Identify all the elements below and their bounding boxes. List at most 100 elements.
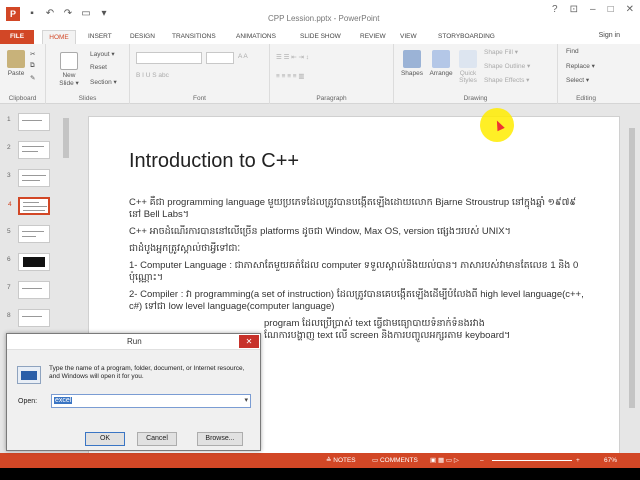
close-button[interactable]: ✕: [626, 4, 634, 15]
shapes-button[interactable]: Shapes: [398, 50, 426, 77]
view-buttons-icons[interactable]: ▣ ▦ ▭ ▷: [430, 453, 459, 468]
cut-icon[interactable]: ✂: [30, 50, 35, 58]
sign-in-link[interactable]: Sign in: [599, 32, 620, 39]
tab-view[interactable]: VIEW: [400, 30, 417, 44]
editor-scrollbar[interactable]: [626, 116, 638, 416]
ribbon-tabs: FILE HOME INSERT DESIGN TRANSITIONS ANIM…: [0, 30, 640, 44]
help-icon[interactable]: ?: [552, 4, 558, 15]
tab-storyboarding[interactable]: STORYBOARDING: [438, 30, 495, 44]
tab-review[interactable]: REVIEW: [360, 30, 386, 44]
slide-number: 6: [7, 256, 11, 263]
slide-thumbnail[interactable]: 3: [7, 169, 50, 187]
font-group: A A B I U S abc Font: [130, 44, 270, 104]
new-slide-icon: [60, 52, 78, 70]
font-grow-shrink-icons[interactable]: A A: [238, 53, 248, 60]
slide-number: 3: [7, 172, 11, 179]
zoom-in-button[interactable]: +: [576, 453, 580, 468]
zoom-level[interactable]: 67%: [604, 453, 617, 468]
save-icon[interactable]: ▪: [26, 8, 38, 20]
slide-thumbnail[interactable]: 6: [7, 253, 50, 271]
slide-paragraph: C++ គឺជា programming language មួយប្រភេទដ…: [129, 197, 577, 220]
run-dialog-description: Type the name of a program, folder, docu…: [49, 365, 245, 380]
slide-number: 2: [7, 144, 11, 151]
shapes-icon: [403, 50, 421, 68]
open-dropdown-icon[interactable]: ▾: [244, 395, 248, 407]
slide-body-text[interactable]: C++ គឺជា programming language មួយប្រភេទដ…: [129, 197, 589, 347]
slide-thumbnail[interactable]: 8: [7, 309, 50, 327]
copy-icon[interactable]: ⧉: [30, 62, 35, 70]
slide-paragraph: C++ អាចដំណើរការបាននៅលើច្រើន platforms ដូ…: [129, 226, 511, 237]
zoom-out-button[interactable]: –: [480, 453, 484, 468]
run-dialog-titlebar[interactable]: Run ✕: [7, 334, 260, 350]
editor-scroll-thumb[interactable]: [629, 128, 635, 408]
slide-thumbnail[interactable]: 5: [7, 225, 50, 243]
alignment-icons[interactable]: ≡ ≡ ≡ ≡ ▥: [276, 72, 305, 80]
ribbon-display-options-icon[interactable]: ⊡: [570, 4, 578, 15]
thumbnail-scroll-thumb[interactable]: [63, 118, 69, 158]
run-program-icon: [17, 366, 41, 384]
arrange-button[interactable]: Arrange: [426, 50, 456, 77]
slide-number: 7: [7, 284, 11, 291]
thumbnail-line: [22, 151, 38, 152]
window-controls: ? ⊡ – □ ✕: [552, 4, 634, 15]
section-button[interactable]: Section ▾: [90, 78, 117, 86]
open-input[interactable]: excel ▾: [51, 394, 251, 408]
replace-button[interactable]: Replace ▾: [566, 62, 595, 70]
find-button[interactable]: Find: [566, 48, 579, 55]
shape-effects-button[interactable]: Shape Effects ▾: [484, 76, 529, 84]
tab-insert[interactable]: INSERT: [88, 30, 112, 44]
editing-group: Find Replace ▾ Select ▾ Editing: [558, 44, 614, 104]
run-dialog-title: Run: [127, 337, 142, 346]
shape-outline-button[interactable]: Shape Outline ▾: [484, 62, 530, 70]
paste-icon: [7, 50, 25, 68]
minimize-button[interactable]: –: [590, 4, 596, 15]
thumbnail-line: [23, 202, 39, 203]
status-bar: ≙ NOTES ▭ COMMENTS ▣ ▦ ▭ ▷ – + 67%: [0, 453, 640, 468]
tab-file[interactable]: FILE: [0, 30, 34, 44]
maximize-button[interactable]: □: [608, 4, 614, 15]
customize-qat-icon[interactable]: ▾: [98, 8, 110, 20]
powerpoint-logo-icon: P: [6, 7, 20, 21]
reset-button[interactable]: Reset: [90, 64, 107, 71]
font-style-buttons[interactable]: B I U S abc: [136, 72, 169, 79]
start-from-beginning-icon[interactable]: ▭: [80, 8, 92, 20]
tab-slide-show[interactable]: SLIDE SHOW: [300, 30, 341, 44]
notes-button[interactable]: ≙ NOTES: [326, 453, 356, 468]
new-slide-button[interactable]: New Slide ▾: [56, 52, 82, 87]
cancel-button[interactable]: Cancel: [137, 432, 177, 446]
tab-home[interactable]: HOME: [42, 30, 76, 44]
slide-thumbnail[interactable]: 1: [7, 113, 50, 131]
font-size-select[interactable]: [206, 52, 234, 64]
slide-thumbnail[interactable]: 7: [7, 281, 50, 299]
paste-button[interactable]: Paste: [4, 50, 28, 77]
ok-button[interactable]: OK: [85, 432, 125, 446]
tab-design[interactable]: DESIGN: [130, 30, 155, 44]
layout-button[interactable]: Layout ▾: [90, 50, 115, 58]
thumbnail-line: [22, 288, 42, 289]
select-button[interactable]: Select ▾: [566, 76, 589, 84]
shape-fill-button[interactable]: Shape Fill ▾: [484, 48, 518, 56]
font-family-select[interactable]: [136, 52, 202, 64]
slide-title[interactable]: Introduction to C++: [129, 150, 299, 173]
run-dialog-close-button[interactable]: ✕: [239, 335, 259, 348]
quick-styles-button[interactable]: Quick Styles: [456, 50, 480, 84]
drawing-group-label: Drawing: [463, 95, 488, 102]
quick-styles-icon: [459, 50, 477, 68]
undo-icon[interactable]: ↶: [44, 8, 56, 20]
open-input-value: excel: [54, 397, 73, 404]
editing-group-label: Editing: [576, 95, 596, 102]
bullets-numbering-icons[interactable]: ☰ ☰ ⇤ ⇥ ↕: [276, 53, 309, 61]
tab-animations[interactable]: ANIMATIONS: [236, 30, 276, 44]
open-label: Open:: [18, 398, 38, 405]
format-painter-icon[interactable]: ✎: [30, 74, 35, 82]
browse-button[interactable]: Browse...: [197, 432, 243, 446]
font-group-label: Font: [192, 95, 206, 102]
slide-thumbnail[interactable]: 2: [7, 141, 50, 159]
comments-button[interactable]: ▭ COMMENTS: [372, 453, 418, 468]
zoom-slider[interactable]: [492, 460, 572, 461]
slide-thumbnail-selected[interactable]: 4: [8, 197, 50, 215]
thumbnail-line: [23, 206, 47, 207]
tab-transitions[interactable]: TRANSITIONS: [172, 30, 216, 44]
paragraph-group: ☰ ☰ ⇤ ⇥ ↕ ≡ ≡ ≡ ≡ ▥ Paragraph: [270, 44, 394, 104]
redo-icon[interactable]: ↷: [62, 8, 74, 20]
